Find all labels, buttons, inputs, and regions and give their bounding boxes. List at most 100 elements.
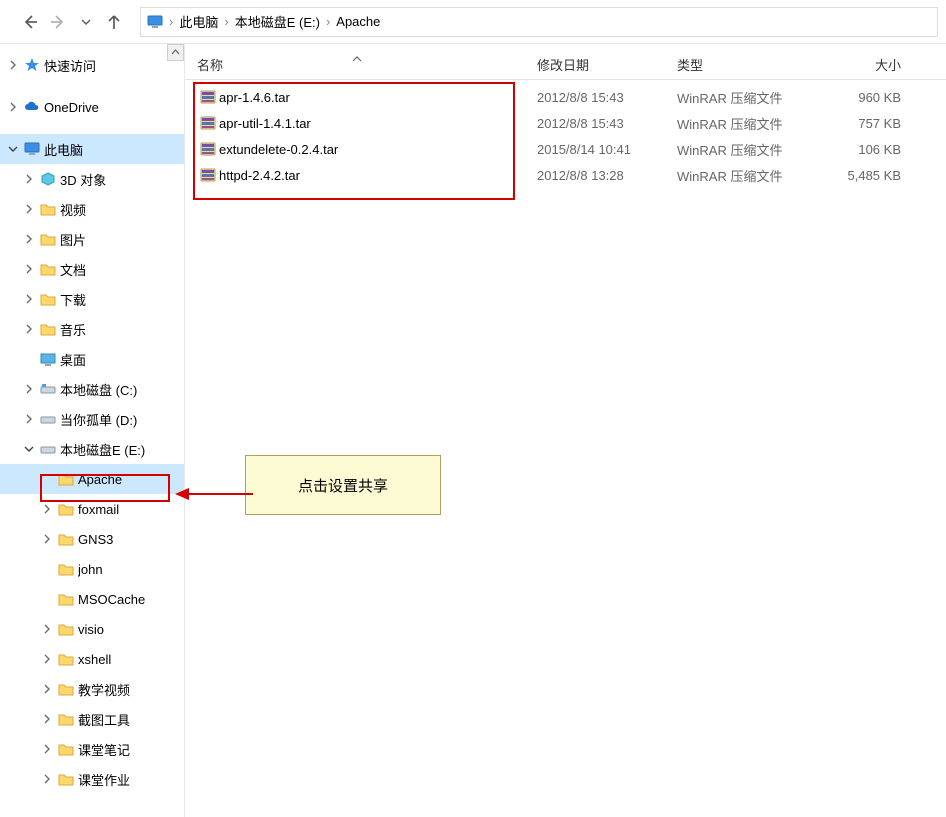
tree-desktop[interactable]: 桌面 (0, 344, 184, 374)
chevron-right-icon[interactable] (20, 204, 38, 214)
chevron-right-icon[interactable] (20, 264, 38, 274)
chevron-right-icon[interactable] (38, 774, 56, 784)
breadcrumb-folder[interactable]: Apache (334, 14, 382, 29)
chevron-right-icon[interactable] (38, 654, 56, 664)
tree-downloads[interactable]: 下载 (0, 284, 184, 314)
file-row[interactable]: apr-util-1.4.1.tar2012/8/8 15:43WinRAR 压… (185, 110, 946, 136)
tree-folder-john[interactable]: john (0, 554, 184, 584)
chevron-right-icon[interactable] (38, 504, 56, 514)
chevron-right-icon[interactable] (20, 414, 38, 424)
chevron-right-icon[interactable] (4, 102, 22, 112)
chevron-right-icon[interactable] (4, 60, 22, 70)
tree-drive-c[interactable]: 本地磁盘 (C:) (0, 374, 184, 404)
chevron-right-icon[interactable]: › (220, 14, 232, 29)
tree-label: 本地磁盘 (C:) (60, 380, 184, 399)
chevron-right-icon[interactable] (38, 534, 56, 544)
chevron-right-icon[interactable] (20, 174, 38, 184)
folder-icon (38, 323, 58, 336)
tree-videos[interactable]: 视频 (0, 194, 184, 224)
annotation-callout: 点击设置共享 (245, 455, 441, 515)
tree-folder-foxmail[interactable]: foxmail (0, 494, 184, 524)
breadcrumb[interactable]: › 此电脑 › 本地磁盘E (E:) › Apache (140, 7, 938, 37)
tree-label: 音乐 (60, 320, 184, 339)
file-size: 106 KB (827, 142, 917, 157)
tree-label: 快速访问 (44, 56, 184, 75)
chevron-right-icon[interactable] (20, 324, 38, 334)
tree-label: GNS3 (78, 532, 184, 547)
tree-spacer (0, 122, 184, 134)
tree-folder-xshell[interactable]: xshell (0, 644, 184, 674)
chevron-right-icon[interactable] (38, 684, 56, 694)
col-header-name[interactable]: 名称 (197, 55, 537, 74)
chevron-right-icon[interactable] (38, 714, 56, 724)
file-name: apr-1.4.6.tar (219, 90, 537, 105)
chevron-down-icon[interactable] (20, 444, 38, 454)
file-rows: apr-1.4.6.tar2012/8/8 15:43WinRAR 压缩文件96… (185, 80, 946, 188)
tree-quick-access[interactable]: 快速访问 (0, 50, 184, 80)
tree-folder-screenshot-tool[interactable]: 截图工具 (0, 704, 184, 734)
folder-icon (56, 563, 76, 576)
tree-label: 3D 对象 (60, 170, 184, 189)
tree-drive-d[interactable]: 当你孤单 (D:) (0, 404, 184, 434)
main-split: 快速访问 OneDrive 此电脑 3D 对象 视频 图片 文档 下载 音乐 桌… (0, 44, 946, 817)
nav-up-button[interactable] (100, 8, 128, 36)
drive-icon (38, 383, 58, 395)
tree-folder-teach-video[interactable]: 教学视频 (0, 674, 184, 704)
sort-ascending-icon (352, 50, 362, 65)
tree-label: 本地磁盘E (E:) (60, 440, 184, 459)
navigation-tree: 快速访问 OneDrive 此电脑 3D 对象 视频 图片 文档 下载 音乐 桌… (0, 44, 185, 817)
breadcrumb-this-pc[interactable]: 此电脑 (177, 12, 220, 31)
tree-pictures[interactable]: 图片 (0, 224, 184, 254)
tree-label: xshell (78, 652, 184, 667)
folder-icon (56, 533, 76, 546)
file-row[interactable]: httpd-2.4.2.tar2012/8/8 13:28WinRAR 压缩文件… (185, 162, 946, 188)
tree-label: 视频 (60, 200, 184, 219)
breadcrumb-drive-e[interactable]: 本地磁盘E (E:) (233, 12, 322, 31)
file-row[interactable]: extundelete-0.2.4.tar2015/8/14 10:41WinR… (185, 136, 946, 162)
file-row[interactable]: apr-1.4.6.tar2012/8/8 15:43WinRAR 压缩文件96… (185, 84, 946, 110)
col-header-type[interactable]: 类型 (677, 55, 827, 74)
chevron-right-icon[interactable] (38, 624, 56, 634)
tree-folder-visio[interactable]: visio (0, 614, 184, 644)
tree-folder-class-notes[interactable]: 课堂笔记 (0, 734, 184, 764)
tree-spacer (0, 80, 184, 92)
file-date: 2012/8/8 15:43 (537, 90, 677, 105)
tree-label: 当你孤单 (D:) (60, 410, 184, 429)
file-size: 5,485 KB (827, 168, 917, 183)
tree-onedrive[interactable]: OneDrive (0, 92, 184, 122)
tree-folder-msocache[interactable]: MSOCache (0, 584, 184, 614)
chevron-right-icon[interactable]: › (165, 14, 177, 29)
folder-icon (56, 683, 76, 696)
tree-label: 截图工具 (78, 710, 184, 729)
tree-label: visio (78, 622, 184, 637)
chevron-down-icon[interactable] (4, 144, 22, 154)
folder-icon (38, 293, 58, 306)
folder-icon (56, 623, 76, 636)
tree-documents[interactable]: 文档 (0, 254, 184, 284)
tree-this-pc[interactable]: 此电脑 (0, 134, 184, 164)
chevron-right-icon[interactable]: › (322, 14, 334, 29)
tree-folder-class-work[interactable]: 课堂作业 (0, 764, 184, 794)
chevron-right-icon[interactable] (20, 234, 38, 244)
nav-recent-button[interactable] (72, 8, 100, 36)
tree-folder-gns3[interactable]: GNS3 (0, 524, 184, 554)
col-header-date[interactable]: 修改日期 (537, 55, 677, 74)
chevron-right-icon[interactable] (38, 744, 56, 754)
col-header-size[interactable]: 大小 (827, 55, 917, 74)
nav-forward-button[interactable] (44, 8, 72, 36)
tree-label: OneDrive (44, 100, 184, 115)
folder-icon (56, 713, 76, 726)
tree-music[interactable]: 音乐 (0, 314, 184, 344)
tree-label: MSOCache (78, 592, 184, 607)
file-list-pane: 名称 修改日期 类型 大小 apr-1.4.6.tar2012/8/8 15:4… (185, 44, 946, 817)
nav-back-button[interactable] (16, 8, 44, 36)
cloud-icon (22, 101, 42, 113)
chevron-right-icon[interactable] (20, 384, 38, 394)
tree-folder-apache[interactable]: Apache (0, 464, 184, 494)
tree-drive-e[interactable]: 本地磁盘E (E:) (0, 434, 184, 464)
tree-label: 图片 (60, 230, 184, 249)
address-bar: › 此电脑 › 本地磁盘E (E:) › Apache (0, 0, 946, 44)
file-name: httpd-2.4.2.tar (219, 168, 537, 183)
chevron-right-icon[interactable] (20, 294, 38, 304)
tree-3d-objects[interactable]: 3D 对象 (0, 164, 184, 194)
